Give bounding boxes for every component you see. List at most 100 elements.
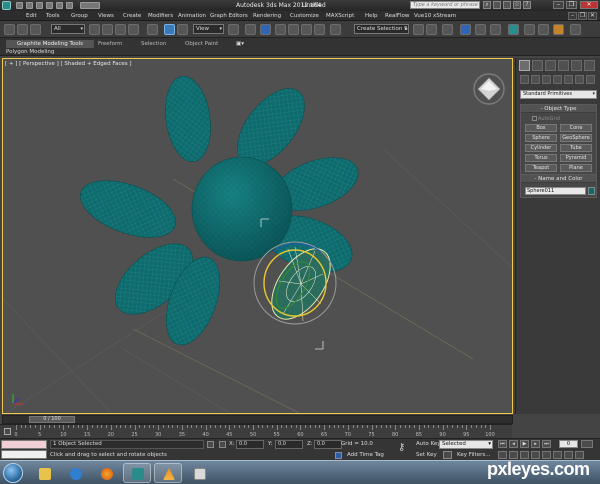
space-warps-icon[interactable]: [575, 75, 584, 84]
mirror-icon[interactable]: [413, 24, 424, 35]
firefox-icon[interactable]: [92, 463, 120, 483]
favorites-icon[interactable]: ☆: [513, 1, 521, 9]
lights-icon[interactable]: [542, 75, 551, 84]
curve-editor-icon[interactable]: [475, 24, 486, 35]
undo-tool-icon[interactable]: [4, 24, 15, 35]
set-key-button[interactable]: Set Key: [416, 452, 437, 458]
hierarchy-tab-icon[interactable]: [545, 60, 556, 71]
viewcube-icon[interactable]: [472, 72, 506, 106]
rendered-frame-window-icon[interactable]: [538, 24, 549, 35]
select-rotate-icon[interactable]: [164, 24, 175, 35]
menu-graph-editors[interactable]: Graph Editors: [210, 13, 248, 19]
previous-frame-icon[interactable]: ◂: [509, 440, 518, 448]
time-tag-icon[interactable]: [335, 452, 342, 459]
maxscript-listener-output[interactable]: [1, 450, 47, 459]
perspective-viewport[interactable]: [ + ] [ Perspective ] [ Shaded + Edged F…: [2, 58, 513, 414]
app-logo-icon[interactable]: [2, 1, 11, 10]
absolute-mode-icon[interactable]: [219, 441, 226, 448]
primitive-category-dropdown[interactable]: Standard Primitives: [520, 90, 597, 99]
material-editor-icon[interactable]: [508, 24, 519, 35]
key-mode-dropdown[interactable]: Selected: [439, 440, 493, 449]
schematic-view-icon[interactable]: [490, 24, 501, 35]
viewport-label[interactable]: [ + ] [ Perspective ] [ Shaded + Edged F…: [5, 61, 132, 67]
render-production-icon[interactable]: [553, 24, 564, 35]
doc-close-icon[interactable]: ✕: [588, 12, 597, 20]
paint-icon[interactable]: [185, 463, 213, 483]
object-name-field[interactable]: Sphere011: [525, 187, 586, 195]
pyramid-button[interactable]: Pyramid: [560, 154, 592, 162]
help-icon[interactable]: ?: [523, 1, 531, 9]
auto-key-button[interactable]: Auto Key: [416, 441, 441, 447]
motion-tab-icon[interactable]: [558, 60, 569, 71]
3ds-max-icon[interactable]: [123, 463, 151, 483]
zoom-all-icon[interactable]: [509, 451, 518, 459]
graphite-toggle-icon[interactable]: [460, 24, 471, 35]
go-to-start-icon[interactable]: ⏮: [498, 440, 507, 448]
named-selection-dropdown[interactable]: Create Selection Se: [354, 24, 409, 34]
key-filters-button[interactable]: Key Filters...: [457, 452, 490, 458]
snaps-toggle-icon[interactable]: [275, 24, 286, 35]
media-player-icon[interactable]: [61, 463, 89, 483]
redo-tool-icon[interactable]: [17, 24, 28, 35]
torus-button[interactable]: Torus: [525, 154, 557, 162]
select-link-icon[interactable]: [30, 24, 41, 35]
go-to-end-icon[interactable]: ⏭: [542, 440, 551, 448]
utilities-tab-icon[interactable]: [584, 60, 595, 71]
select-object-icon[interactable]: [89, 24, 100, 35]
menu-animation[interactable]: Animation: [178, 13, 206, 19]
subscription-icon[interactable]: [493, 1, 501, 9]
display-tab-icon[interactable]: [571, 60, 582, 71]
x-coordinate-field[interactable]: 0.0: [236, 440, 264, 449]
menu-edit[interactable]: Edit: [26, 13, 37, 19]
menu-customize[interactable]: Customize: [290, 13, 319, 19]
next-frame-icon[interactable]: ▸: [531, 440, 540, 448]
rectangular-selection-icon[interactable]: [115, 24, 126, 35]
plane-button[interactable]: Plane: [560, 164, 592, 172]
layer-manager-icon[interactable]: [442, 24, 453, 35]
render-setup-icon[interactable]: [524, 24, 535, 35]
name-color-title[interactable]: Name and Color: [521, 175, 596, 183]
object-type-title[interactable]: Object Type: [521, 105, 596, 113]
tab-freeform[interactable]: Freeform: [98, 40, 123, 48]
restore-icon[interactable]: ❐: [566, 1, 577, 9]
cameras-icon[interactable]: [553, 75, 562, 84]
minimize-icon[interactable]: –: [553, 1, 564, 9]
field-of-view-icon[interactable]: [542, 451, 551, 459]
select-by-name-icon[interactable]: [102, 24, 113, 35]
maximize-viewport-icon[interactable]: [575, 451, 584, 459]
reference-coord-dropdown[interactable]: View: [193, 24, 224, 34]
key-icon[interactable]: ⚷: [398, 443, 410, 453]
hold-icon[interactable]: [66, 2, 73, 9]
select-manipulate-icon[interactable]: [245, 24, 256, 35]
start-button-icon[interactable]: [3, 463, 23, 483]
window-crossing-icon[interactable]: [128, 24, 139, 35]
render-iterative-icon[interactable]: [570, 24, 581, 35]
box-button[interactable]: Box: [525, 124, 557, 132]
open-file-icon[interactable]: [26, 2, 33, 9]
z-coordinate-field[interactable]: 0.0: [314, 440, 342, 449]
key-mode-toggle-icon[interactable]: [581, 440, 593, 448]
zoom-extents-icon[interactable]: [520, 451, 529, 459]
ribbon-options-icon[interactable]: ▣▾: [236, 40, 244, 48]
align-icon[interactable]: [426, 24, 437, 35]
geometry-icon[interactable]: [520, 75, 529, 84]
menu-group[interactable]: Group: [71, 13, 88, 19]
menu-tools[interactable]: Tools: [46, 13, 60, 19]
pan-icon[interactable]: [553, 451, 562, 459]
explorer-icon[interactable]: [30, 463, 58, 483]
undo-icon[interactable]: [46, 2, 53, 9]
current-frame-field[interactable]: 0: [559, 440, 578, 448]
maxscript-listener-input[interactable]: [1, 440, 47, 449]
menu-views[interactable]: Views: [98, 13, 114, 19]
time-slider-thumb[interactable]: 0 / 100: [29, 416, 75, 423]
sphere-button[interactable]: Sphere: [525, 134, 557, 142]
orbit-icon[interactable]: [564, 451, 573, 459]
tab-graphite-modeling-tools[interactable]: Graphite Modeling Tools: [6, 40, 94, 48]
teapot-button[interactable]: Teapot: [525, 164, 557, 172]
lock-selection-icon[interactable]: [207, 441, 214, 448]
redo-icon[interactable]: [56, 2, 63, 9]
select-move-icon[interactable]: [147, 24, 158, 35]
create-tab-icon[interactable]: [519, 60, 530, 71]
angle-snap-icon[interactable]: [288, 24, 299, 35]
add-time-tag-button[interactable]: Add Time Tag: [347, 452, 384, 458]
